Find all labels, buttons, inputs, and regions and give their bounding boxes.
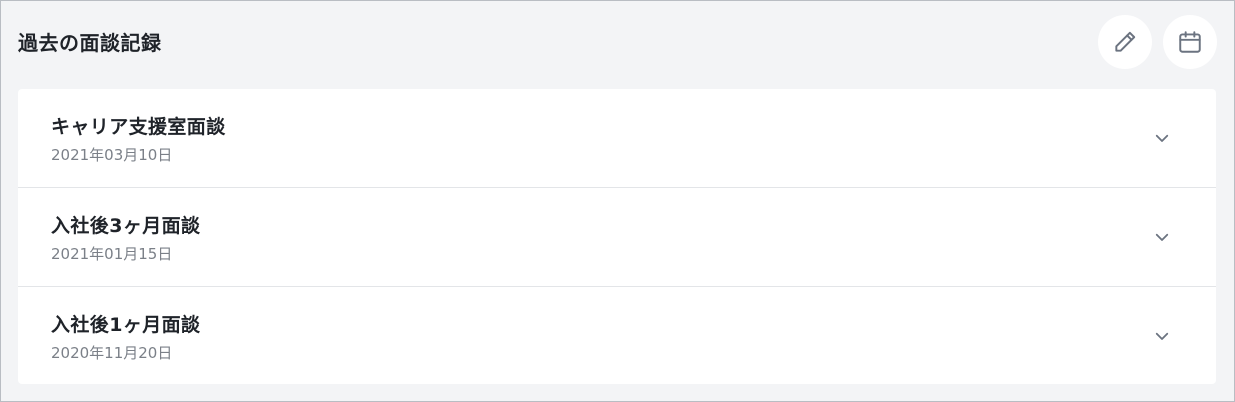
record-date: 2021年03月10日 xyxy=(51,146,173,164)
record-title: キャリア支援室面談 xyxy=(51,116,226,138)
calendar-icon xyxy=(1179,31,1201,53)
edit-button[interactable] xyxy=(1098,15,1152,69)
calendar-button[interactable] xyxy=(1163,15,1217,69)
interview-record-item[interactable]: 入社後1ヶ月面談 2020年11月20日 xyxy=(18,287,1216,385)
record-date: 2021年01月15日 xyxy=(51,245,173,263)
chevron-down-icon[interactable] xyxy=(1153,228,1171,246)
chevron-down-icon[interactable] xyxy=(1153,327,1171,345)
record-date: 2020年11月20日 xyxy=(51,344,173,362)
chevron-down-icon[interactable] xyxy=(1153,129,1171,147)
past-interview-records-panel: 過去の面談記録 キャリア支援室面談 2021年03月10日 入社後3ヶ月面談 2… xyxy=(0,0,1235,402)
interview-record-list: キャリア支援室面談 2021年03月10日 入社後3ヶ月面談 2021年01月1… xyxy=(18,89,1216,384)
record-title: 入社後1ヶ月面談 xyxy=(51,314,201,336)
panel-title: 過去の面談記録 xyxy=(18,31,162,55)
record-title: 入社後3ヶ月面談 xyxy=(51,215,201,237)
interview-record-item[interactable]: 入社後3ヶ月面談 2021年01月15日 xyxy=(18,188,1216,287)
pencil-icon xyxy=(1115,31,1136,52)
interview-record-item[interactable]: キャリア支援室面談 2021年03月10日 xyxy=(18,89,1216,188)
